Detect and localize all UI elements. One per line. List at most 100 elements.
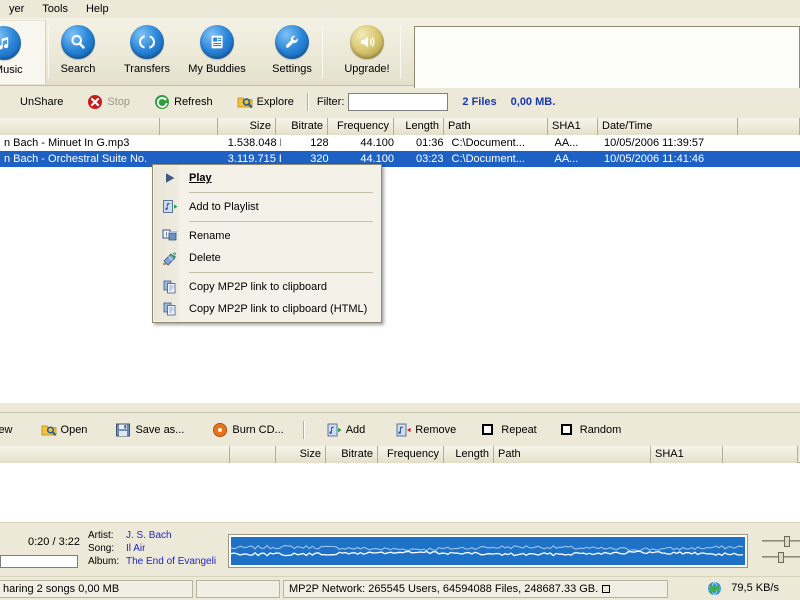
add-to-playlist-icon xyxy=(159,199,181,215)
table-cell xyxy=(216,135,224,151)
music-note-icon xyxy=(0,26,21,60)
shared-files-rows[interactable]: n Bach - Minuet In G.mp31.538.048 Bytes1… xyxy=(0,135,800,403)
shared-files-column-header[interactable]: Date/Time xyxy=(598,118,738,135)
table-cell: AA... xyxy=(550,135,600,151)
playlist-remove-label: Remove xyxy=(415,424,456,436)
menu-item-player[interactable]: yer xyxy=(0,1,33,17)
buddies-list-icon xyxy=(200,25,234,59)
metadata-song-row: Song: Il Air xyxy=(88,542,218,555)
context-menu-item[interactable]: IRename xyxy=(153,225,381,247)
mp2p-client-window: yer Tools Help y Music Search Transfers xyxy=(0,0,800,600)
filter-input[interactable] xyxy=(348,93,448,111)
globe-icon xyxy=(707,581,723,597)
repeat-checkbox[interactable]: Repeat xyxy=(475,422,543,438)
status-sharing-pane: haring 2 songs 0,00 MB xyxy=(0,580,193,598)
table-cell: AA... xyxy=(550,151,600,167)
playlist-remove-button[interactable]: Remove xyxy=(388,420,463,440)
table-cell: 44.100 xyxy=(333,135,398,151)
file-context-menu[interactable]: Play Add to Playlist IRename 2 Delete Copy MP… xyxy=(152,164,382,323)
playlist-new-button[interactable]: lew xyxy=(0,422,20,438)
add-track-icon xyxy=(326,422,342,438)
toolbar-button-upgrade[interactable]: Upgrade! xyxy=(325,20,409,84)
shared-files-column-header[interactable] xyxy=(738,118,800,135)
random-checkbox[interactable]: Random xyxy=(554,422,629,438)
filter-label: Filter: xyxy=(317,96,345,108)
shared-files-column-header[interactable]: Path xyxy=(444,118,548,135)
balance-slider-knob[interactable] xyxy=(778,552,784,563)
artist-label: Artist: xyxy=(88,529,126,542)
status-network-indicator xyxy=(602,585,610,593)
files-count-label: 2 Files xyxy=(462,96,496,108)
ad-banner-panel[interactable] xyxy=(414,26,800,96)
playlist-column-header[interactable]: Path xyxy=(494,446,651,463)
playlist-burn-cd-button[interactable]: Burn CD... xyxy=(205,420,290,440)
refresh-button[interactable]: Refresh xyxy=(147,92,220,112)
playlist-column-header[interactable]: Frequency xyxy=(378,446,444,463)
playlist-column-header[interactable] xyxy=(230,446,276,463)
unshare-button[interactable]: UnShare xyxy=(0,92,70,112)
shared-files-column-header[interactable]: Bitrate xyxy=(276,118,328,135)
repeat-checkbox-box[interactable] xyxy=(482,424,493,435)
table-cell xyxy=(739,135,800,151)
shared-files-column-header[interactable]: Frequency xyxy=(328,118,394,135)
stop-button[interactable]: Stop xyxy=(80,92,137,112)
playlist-header-row: SizeBitrateFrequencyLengthPathSHA1 xyxy=(0,446,800,463)
open-folder-icon xyxy=(41,422,57,438)
toolbar-label-settings: Settings xyxy=(272,63,312,75)
table-row[interactable]: n Bach - Orchestral Suite No. 3.119.715 … xyxy=(0,151,800,167)
shared-files-column-header[interactable] xyxy=(0,118,160,135)
playlist-rows[interactable] xyxy=(0,463,800,522)
playlist-column-header[interactable]: Length xyxy=(444,446,494,463)
menu-item-help[interactable]: Help xyxy=(77,1,118,17)
menu-item-tools[interactable]: Tools xyxy=(33,1,77,17)
shared-files-column-header[interactable]: Length xyxy=(394,118,444,135)
delete-icon: 2 xyxy=(159,250,181,266)
shared-files-column-header[interactable] xyxy=(160,118,218,135)
now-playing-metadata: Artist: J. S. Bach Song: Il Air Album: T… xyxy=(88,529,218,568)
play-triangle-icon xyxy=(159,171,181,185)
toolbar-label-my-buddies: My Buddies xyxy=(188,63,245,75)
playlist-save-as-button[interactable]: Save as... xyxy=(108,420,191,440)
context-menu-item[interactable]: Play xyxy=(153,167,381,189)
random-checkbox-box[interactable] xyxy=(561,424,572,435)
seek-slider[interactable] xyxy=(0,555,78,568)
table-cell: 01:36 xyxy=(398,135,448,151)
waveform-canvas xyxy=(231,537,745,565)
playlist-column-header[interactable] xyxy=(723,446,798,463)
table-cell: 1.538.048 Bytes xyxy=(224,135,281,151)
context-menu-item[interactable]: Copy MP2P link to clipboard (HTML) xyxy=(153,298,381,320)
volume-slider-track xyxy=(762,540,800,542)
table-cell xyxy=(739,151,800,167)
toolbar-button-my-buddies[interactable]: My Buddies xyxy=(175,20,259,84)
burn-cd-icon xyxy=(212,422,228,438)
context-menu-item[interactable]: Copy MP2P link to clipboard xyxy=(153,276,381,298)
context-menu-item-label: Delete xyxy=(189,252,221,264)
playlist-column-header[interactable]: SHA1 xyxy=(651,446,723,463)
shared-files-column-header[interactable]: SHA1 xyxy=(548,118,598,135)
table-row[interactable]: n Bach - Minuet In G.mp31.538.048 Bytes1… xyxy=(0,135,800,151)
playlist-column-header[interactable]: Size xyxy=(276,446,326,463)
player-sliders xyxy=(762,532,800,570)
playlist-new-label: lew xyxy=(0,424,13,436)
context-menu-item[interactable]: Add to Playlist xyxy=(153,196,381,218)
transfers-arrows-icon xyxy=(130,25,164,59)
balance-slider[interactable] xyxy=(762,552,800,561)
status-speed-pane: 79,5 KB/s xyxy=(671,580,789,598)
playlist-add-button[interactable]: Add xyxy=(319,420,373,440)
playlist-column-header[interactable] xyxy=(0,446,230,463)
unshare-label: UnShare xyxy=(20,96,63,108)
shared-files-column-header[interactable]: Size xyxy=(218,118,276,135)
repeat-label: Repeat xyxy=(501,424,536,436)
wrench-icon xyxy=(275,25,309,59)
volume-slider[interactable] xyxy=(762,536,800,545)
megaphone-icon xyxy=(350,25,384,59)
playlist-open-button[interactable]: Open xyxy=(34,420,95,440)
context-menu-item-label: Rename xyxy=(189,230,231,242)
context-menu-item[interactable]: 2 Delete xyxy=(153,247,381,269)
metadata-album-row: Album: The End of Evangeli xyxy=(88,555,218,568)
table-cell: 10/05/2006 11:39:57 xyxy=(600,135,739,151)
shared-files-panel: SizeBitrateFrequencyLengthPathSHA1Date/T… xyxy=(0,118,800,403)
volume-slider-knob[interactable] xyxy=(784,536,790,547)
explore-button[interactable]: Explore xyxy=(230,92,301,112)
playlist-column-header[interactable]: Bitrate xyxy=(326,446,378,463)
